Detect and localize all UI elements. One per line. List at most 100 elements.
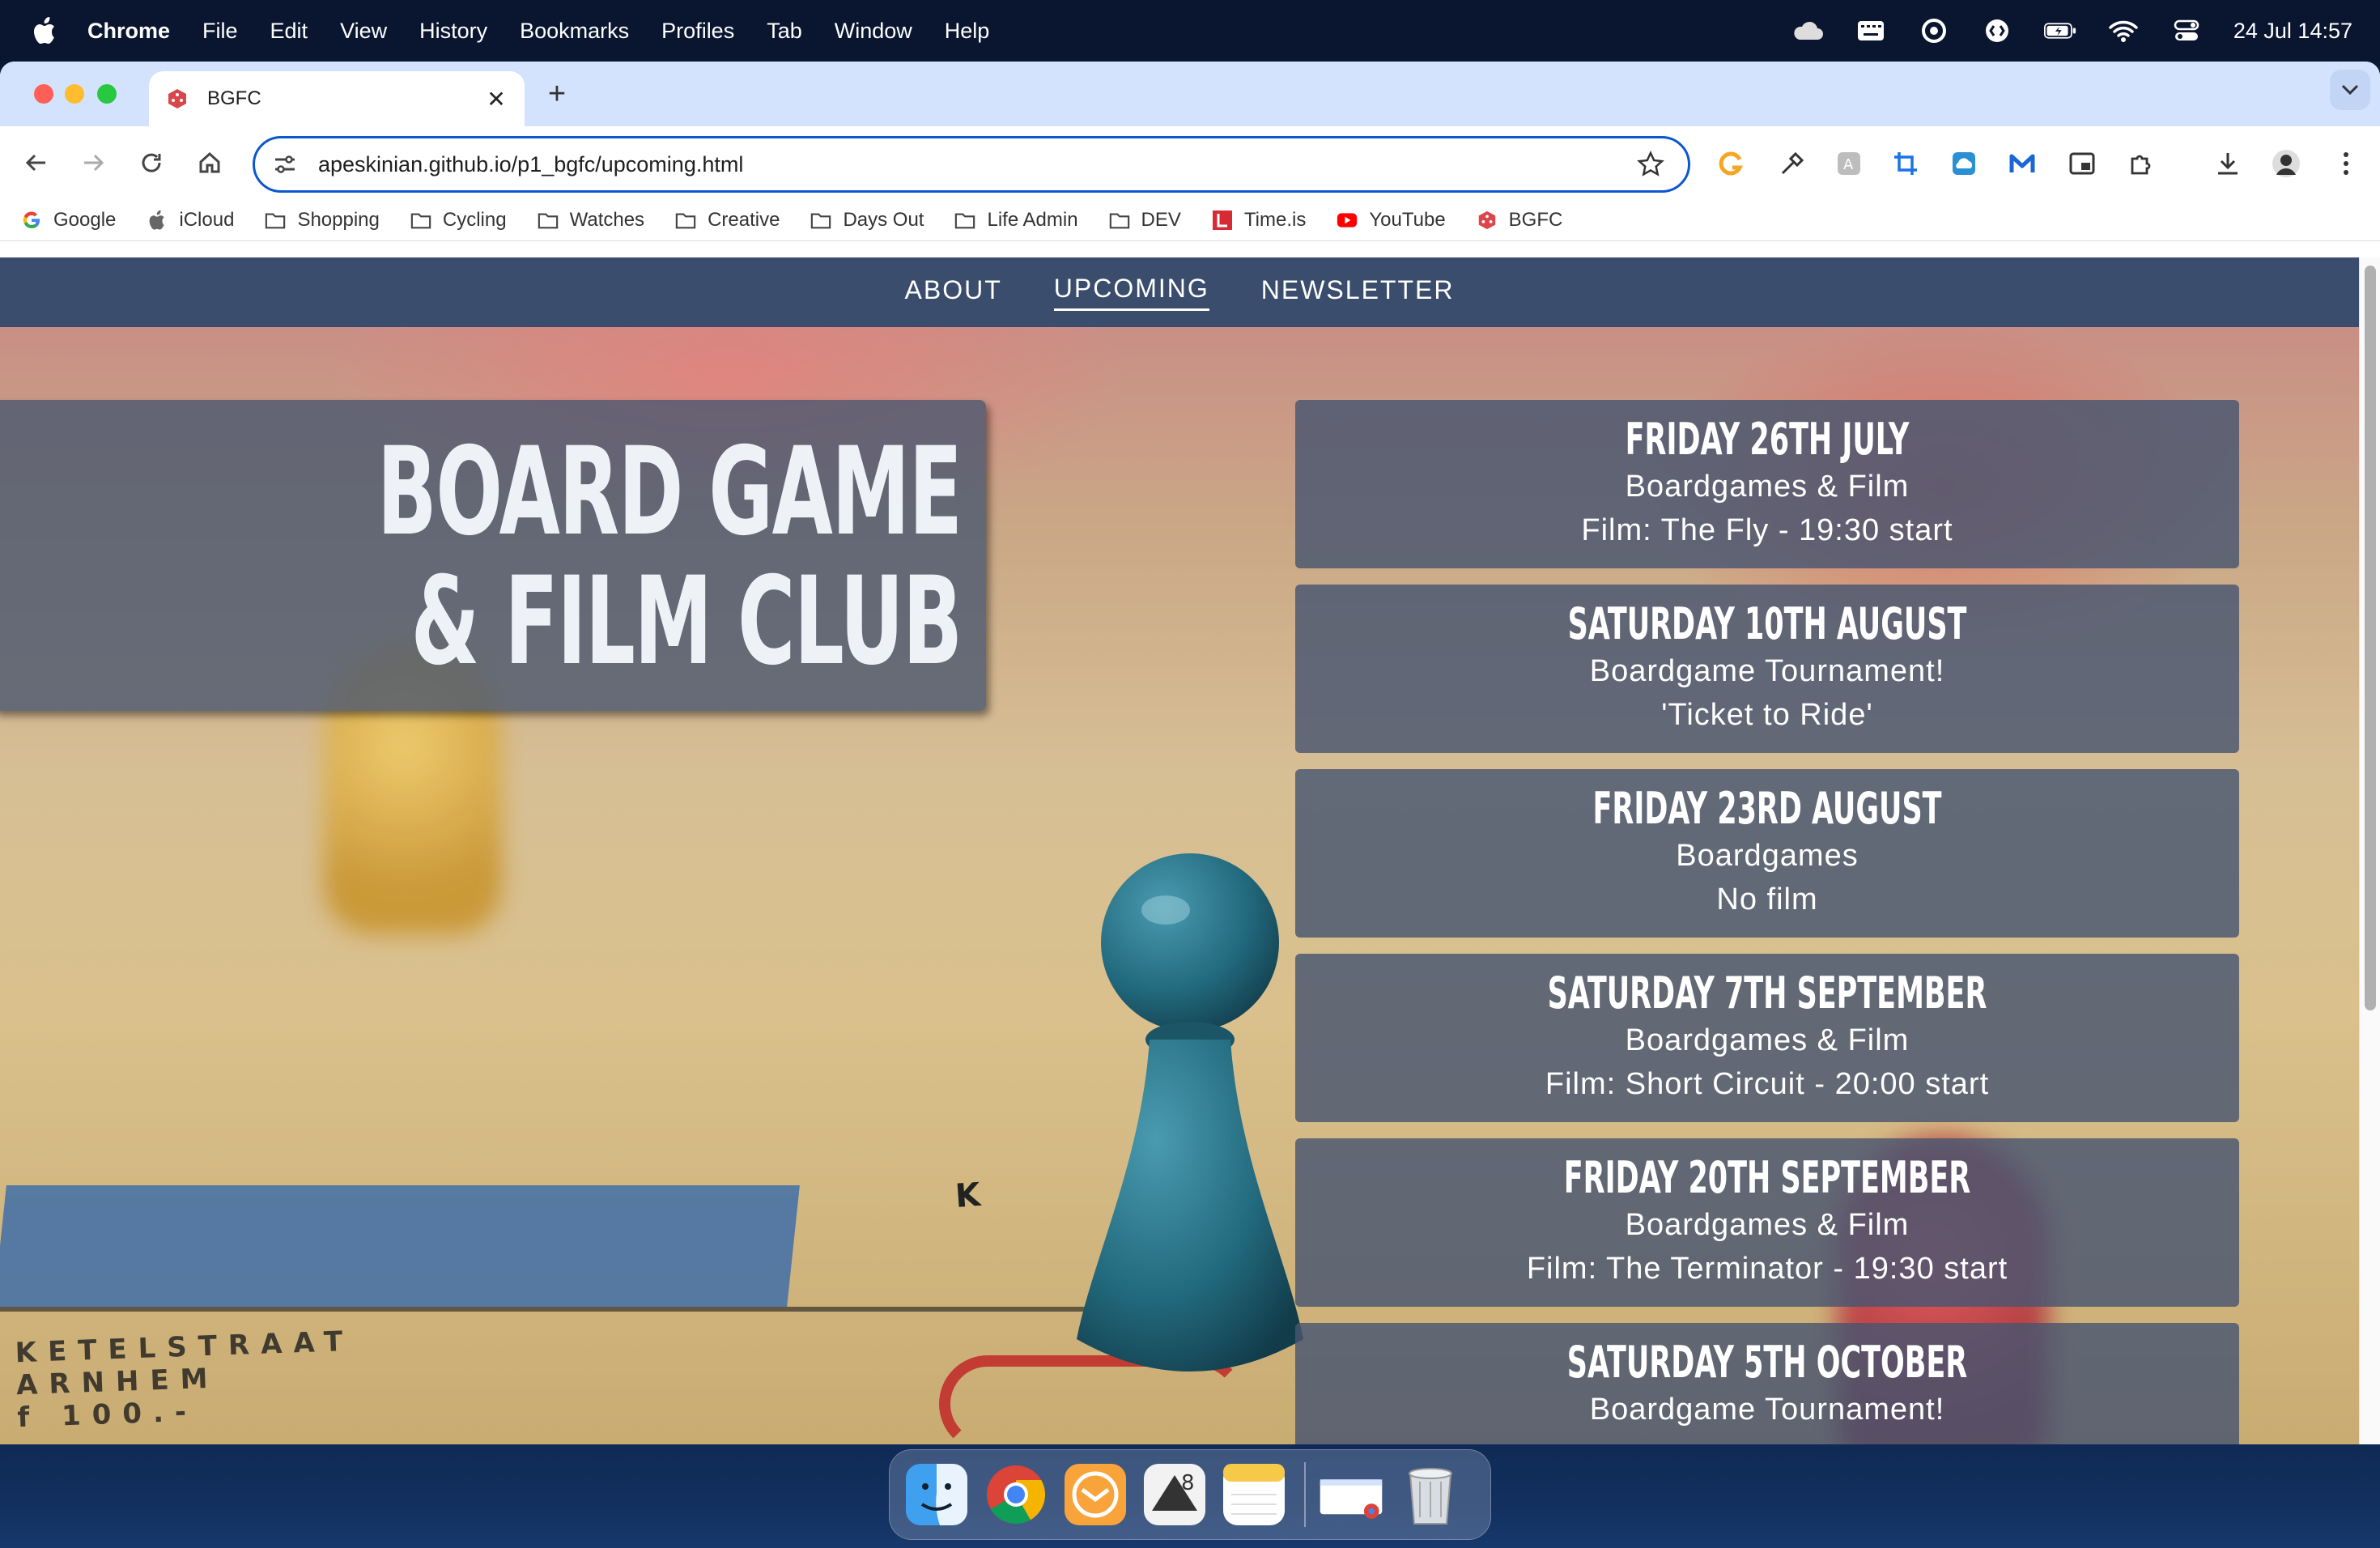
close-window-button[interactable] — [34, 84, 53, 104]
bookmark-folder-creative[interactable]: Creative — [675, 209, 780, 232]
tab-bgfc[interactable]: BGFC ✕ — [149, 71, 525, 126]
nav-upcoming-link[interactable]: UPCOMING — [1053, 274, 1209, 311]
menu-window[interactable]: Window — [835, 19, 912, 44]
menu-tab[interactable]: Tab — [767, 19, 802, 44]
malwarebytes-extension-icon[interactable] — [2004, 146, 2040, 181]
folder-icon — [675, 210, 696, 231]
picture-in-picture-icon[interactable] — [2064, 146, 2100, 181]
weather-extension-icon[interactable] — [1946, 146, 1982, 181]
battery-icon[interactable] — [2043, 19, 2076, 43]
bookmark-folder-watches[interactable]: Watches — [538, 209, 644, 232]
extensions-puzzle-icon[interactable] — [2123, 146, 2158, 181]
menu-bookmarks[interactable]: Bookmarks — [520, 19, 629, 44]
macos-menu-bar: Chrome File Edit View History Bookmarks … — [0, 0, 2380, 62]
page-scrollbar[interactable] — [2359, 257, 2380, 1444]
folder-icon — [1109, 210, 1130, 231]
menu-clock[interactable]: 24 Jul 14:57 — [2233, 19, 2352, 44]
font-extension-icon[interactable]: A — [1831, 146, 1867, 181]
menu-app-chrome[interactable]: Chrome — [87, 19, 170, 44]
control-center-icon[interactable] — [2170, 19, 2203, 43]
event-detail: No film — [1716, 882, 1818, 916]
bookmark-label: Watches — [569, 208, 645, 231]
address-bar[interactable]: apeskinian.github.io/p1_bgfc/upcoming.ht… — [253, 136, 1690, 193]
bookmark-label: Life Admin — [987, 208, 1078, 231]
tab-search-button[interactable] — [2330, 70, 2370, 110]
board-blue-square — [0, 1185, 800, 1307]
menu-edit[interactable]: Edit — [270, 19, 308, 44]
dock-notes-icon[interactable] — [1220, 1461, 1288, 1529]
scrollbar-thumb[interactable] — [2365, 266, 2376, 1010]
reload-button[interactable] — [131, 142, 172, 183]
event-type: Boardgame Tournament! — [1589, 654, 1945, 688]
bookmark-folder-dev[interactable]: DEV — [1109, 209, 1181, 232]
site-nav: ABOUT UPCOMING NEWSLETTER — [0, 257, 2359, 327]
tab-title: BGFC — [207, 87, 261, 109]
tab-close-icon[interactable]: ✕ — [484, 87, 508, 112]
wifi-icon[interactable] — [2107, 19, 2140, 43]
bookmark-label: YouTube — [1369, 208, 1446, 231]
dock-minimized-window-icon[interactable] — [1317, 1461, 1385, 1529]
bookmark-label: iCloud — [179, 208, 235, 231]
bookmark-label: Cycling — [442, 208, 507, 231]
shazam-icon[interactable] — [1981, 19, 2013, 43]
event-detail: Film: Short Circuit - 20:00 start — [1545, 1067, 1990, 1101]
profile-avatar-icon[interactable] — [2268, 146, 2304, 181]
chrome-menu-icon[interactable] — [2328, 146, 2364, 181]
bookmark-folder-shopping[interactable]: Shopping — [265, 209, 380, 232]
dock-finder-icon[interactable] — [903, 1461, 971, 1529]
menu-help[interactable]: Help — [945, 19, 990, 44]
url-text[interactable]: apeskinian.github.io/p1_bgfc/upcoming.ht… — [318, 152, 1636, 177]
dock-trash-icon[interactable] — [1396, 1461, 1464, 1529]
zoom-window-button[interactable] — [97, 84, 117, 104]
forward-button[interactable] — [73, 142, 113, 183]
dock: 8 — [889, 1449, 1491, 1540]
menu-history[interactable]: History — [419, 19, 487, 44]
bookmark-label: Google — [53, 208, 117, 231]
event-type: Boardgame Tournament! — [1589, 1393, 1945, 1427]
bookmark-youtube[interactable]: YouTube — [1337, 208, 1446, 232]
bookmark-folder-life-admin[interactable]: Life Admin — [954, 208, 1078, 232]
apple-menu-icon[interactable] — [31, 15, 58, 47]
menu-profiles[interactable]: Profiles — [661, 19, 734, 44]
downloads-icon[interactable] — [2210, 146, 2246, 181]
crop-extension-icon[interactable] — [1888, 146, 1923, 181]
bookmark-icloud[interactable]: iCloud — [147, 209, 234, 232]
tab-strip: BGFC ✕ + — [0, 62, 2380, 126]
event-card: FRIDAY 20TH SEPTEMBER Boardgames & Film … — [1295, 1138, 2239, 1307]
board-street-text: KETELSTRAAT ARNHEM f 100.- — [15, 1325, 355, 1435]
dock-chrome-icon[interactable] — [982, 1461, 1050, 1529]
event-date: FRIDAY 20TH SEPTEMBER — [1563, 1152, 1971, 1203]
event-type: Boardgames — [1676, 839, 1859, 873]
site-info-icon[interactable] — [271, 151, 299, 178]
bookmark-bgfc[interactable]: BGFC — [1477, 209, 1562, 232]
dice-icon — [165, 87, 189, 111]
keyboard-icon[interactable] — [1855, 19, 1887, 43]
cloud-icon[interactable] — [1791, 19, 1824, 43]
bookmark-google[interactable]: Google — [21, 209, 116, 232]
dock-pixelmator-icon[interactable]: 8 — [1141, 1461, 1209, 1529]
google-icon — [21, 210, 42, 231]
dock-mail-app-icon[interactable] — [1061, 1461, 1129, 1529]
event-card: FRIDAY 23RD AUGUST Boardgames No film — [1295, 769, 2239, 938]
chrome-window: BGFC ✕ + apeskinian.github.io/p1_bgfc/up… — [0, 62, 2380, 1444]
menu-file[interactable]: File — [202, 19, 238, 44]
menu-view[interactable]: View — [340, 19, 387, 44]
bookmark-timeis[interactable]: Time.is — [1212, 209, 1306, 232]
bookmark-label: Days Out — [843, 208, 924, 231]
event-type: Boardgames & Film — [1625, 470, 1910, 504]
nav-about-link[interactable]: ABOUT — [905, 275, 1002, 310]
event-card: SATURDAY 5TH OCTOBER Boardgame Tournamen… — [1295, 1323, 2239, 1444]
minimize-window-button[interactable] — [65, 84, 84, 104]
new-tab-button[interactable]: + — [542, 77, 572, 111]
event-type: Boardgames & Film — [1625, 1208, 1910, 1242]
color-picker-extension-icon[interactable] — [1774, 146, 1810, 181]
nav-newsletter-link[interactable]: NEWSLETTER — [1261, 275, 1455, 310]
bookmark-folder-cycling[interactable]: Cycling — [410, 209, 507, 232]
back-button[interactable] — [16, 142, 57, 183]
bookmark-folder-days-out[interactable]: Days Out — [810, 209, 924, 232]
bookmark-star-icon[interactable] — [1636, 150, 1665, 179]
dice-icon — [1477, 210, 1498, 231]
target-icon[interactable] — [1918, 19, 1950, 43]
home-button[interactable] — [189, 142, 230, 183]
grammarly-extension-icon[interactable] — [1713, 146, 1749, 181]
